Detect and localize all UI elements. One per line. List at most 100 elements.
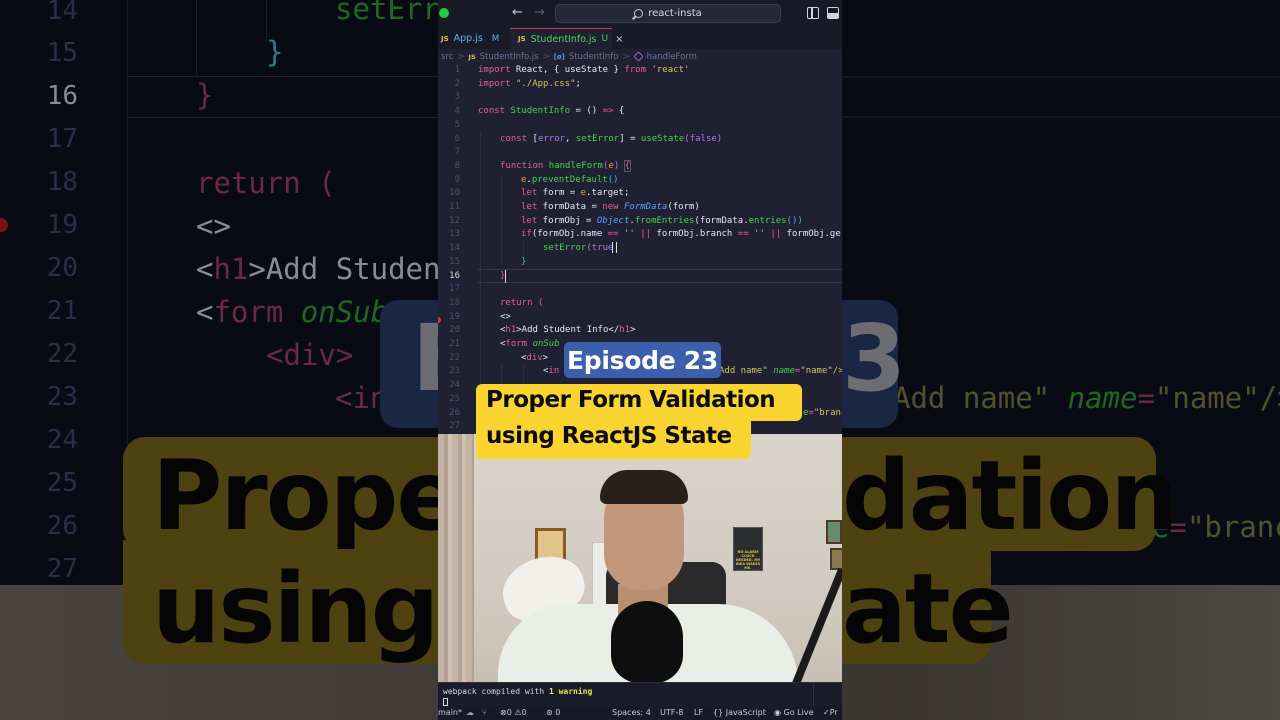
status-prettier[interactable]: ✓Pr xyxy=(823,708,838,717)
code-token: formObj = xyxy=(537,215,597,226)
code-token: import xyxy=(478,78,511,89)
braces-icon: {} xyxy=(713,708,724,717)
code-token: new xyxy=(602,202,619,212)
line-number[interactable]: 17 xyxy=(438,283,460,297)
vscode-window: ← → react-insta JS App.js M JS StudentIn… xyxy=(438,0,842,720)
bg-line-number: 27 xyxy=(46,554,78,584)
status-bar: main* ☁ ⑂ ⊗0 ⚠0 ⊛ 0 Spaces: 4 UTF-8 LF {… xyxy=(438,706,842,720)
status-language[interactable]: {} JavaScript xyxy=(713,708,766,717)
code-line: function handleForm(e) { xyxy=(438,159,842,174)
code-token: import xyxy=(478,65,511,75)
line-number[interactable]: 27 xyxy=(438,420,460,434)
code-line: <h1>Add Student Info</h1> xyxy=(438,324,842,338)
code-token: onSub xyxy=(532,339,560,349)
status-eol[interactable]: LF xyxy=(694,708,703,717)
video-title-line2: using ReactJS State xyxy=(486,423,732,449)
status-golive[interactable]: ◉ Go Live xyxy=(774,708,814,717)
code-token: let xyxy=(521,188,538,199)
warning-count: 0 xyxy=(521,708,527,717)
code-token: { xyxy=(613,106,625,117)
code-editor[interactable]: 1 2 3 4 5 6 7 8 9 10 11 12 13 14 15 16 17 18 19 20 21 22 23 24 2… xyxy=(438,64,842,434)
line-number[interactable]: 7 xyxy=(438,146,460,160)
code-token: if xyxy=(521,229,532,240)
status-encoding[interactable]: UTF-8 xyxy=(660,708,683,717)
variable-icon: [ø] xyxy=(553,52,565,61)
code-token: } xyxy=(608,65,625,75)
code-line: const [error, setError] = useState(false… xyxy=(438,133,842,147)
code-line-current: } xyxy=(438,269,842,284)
status-branch[interactable]: main* xyxy=(438,708,462,717)
code-token: <> xyxy=(500,311,511,322)
bg-code-token: h1 xyxy=(213,252,249,286)
source-graph-icon[interactable]: ⑂ xyxy=(482,708,487,717)
code-token: let xyxy=(521,202,538,212)
breadcrumb-item-component[interactable]: StudentInfo xyxy=(569,52,619,62)
bg-code-text: return ( xyxy=(196,166,336,200)
code-token: h1 xyxy=(505,325,517,336)
toggle-sidebar-icon[interactable] xyxy=(807,7,819,19)
breadcrumb-item-function[interactable]: handleForm xyxy=(647,52,697,62)
code-token: ) xyxy=(716,133,723,144)
code-token: useState xyxy=(640,133,685,144)
code-token: name xyxy=(773,366,795,377)
bg-line-number: 14 xyxy=(46,0,78,26)
terminal-panel[interactable]: webpack compiled with 1 warning xyxy=(438,682,842,706)
code-token: (formData. xyxy=(694,215,749,226)
text-cursor-icon xyxy=(612,242,618,254)
code-token: preventDefault xyxy=(531,174,608,185)
code-token: >Add Student Info</ xyxy=(516,325,620,336)
status-ports[interactable]: ⊛ 0 xyxy=(546,708,560,717)
line-number[interactable]: 25 xyxy=(438,393,460,407)
arrow-left-icon[interactable]: ← xyxy=(512,5,523,20)
code-token: || xyxy=(640,229,652,240)
code-token: () xyxy=(607,174,619,185)
toggle-panel-icon[interactable] xyxy=(827,7,839,19)
breadcrumb-item-file[interactable]: StudentInfo.js xyxy=(480,52,539,62)
bg-episode-fragment: 3 xyxy=(842,305,907,412)
status-problems[interactable]: ⊗0 ⚠0 xyxy=(500,708,527,717)
wall-poster: NO ALARM CLOCK NEEDED. MY IDEA WAKES ME. xyxy=(733,527,763,571)
line-number[interactable]: 24 xyxy=(438,379,460,393)
bg-title-fragment: ate xyxy=(842,553,1014,665)
tab-app-js[interactable]: JS App.js M xyxy=(438,28,508,49)
command-center-search[interactable]: react-insta xyxy=(555,4,781,23)
code-token: '' xyxy=(618,229,641,240)
terminal-divider[interactable] xyxy=(813,682,814,706)
code-token: > xyxy=(542,352,549,363)
microphone xyxy=(611,601,683,682)
sync-cloud-icon[interactable]: ☁ xyxy=(466,708,474,717)
bg-code-token: >Add Studen xyxy=(248,252,441,286)
bg-line-number: 23 xyxy=(46,382,78,412)
code-token: ; xyxy=(575,78,581,89)
ports-count: 0 xyxy=(555,708,561,717)
tab-label: App.js xyxy=(453,33,483,44)
code-token: Object xyxy=(596,215,630,226)
line-number[interactable]: 5 xyxy=(438,119,460,133)
code-token: } xyxy=(500,269,507,284)
arrow-right-icon[interactable]: → xyxy=(534,5,545,20)
tab-studentinfo-js[interactable]: JS StudentInfo.js U × xyxy=(510,28,623,49)
breadcrumb-item-src[interactable]: src xyxy=(441,52,453,62)
search-icon xyxy=(634,9,644,18)
status-indentation[interactable]: Spaces: 4 xyxy=(612,708,651,717)
tab-label: StudentInfo.js xyxy=(530,33,597,45)
code-line: let formData = new FormData(form) xyxy=(438,201,842,215)
workspace-name: react-insta xyxy=(648,8,702,19)
code-token: const xyxy=(500,133,528,144)
code-token: (formObj.name xyxy=(531,229,608,240)
close-icon[interactable]: × xyxy=(615,34,623,45)
curtain xyxy=(438,434,474,682)
code-token: setError xyxy=(543,243,587,254)
terminal-cursor xyxy=(443,698,448,706)
bg-code-token: < xyxy=(196,295,214,329)
modified-badge: M xyxy=(491,33,500,44)
bg-code-token: "branc xyxy=(1186,510,1280,544)
window-maximize-button[interactable] xyxy=(439,8,449,18)
code-token: 'react' xyxy=(651,65,690,75)
bg-line-number: 19 xyxy=(46,210,78,240)
code-token: (form) xyxy=(667,202,700,212)
code-token: formObj.branch xyxy=(651,229,738,240)
chevron-right-icon: > xyxy=(622,51,630,62)
code-line: const StudentInfo = () => { xyxy=(438,105,842,119)
line-number[interactable]: 3 xyxy=(438,91,460,105)
